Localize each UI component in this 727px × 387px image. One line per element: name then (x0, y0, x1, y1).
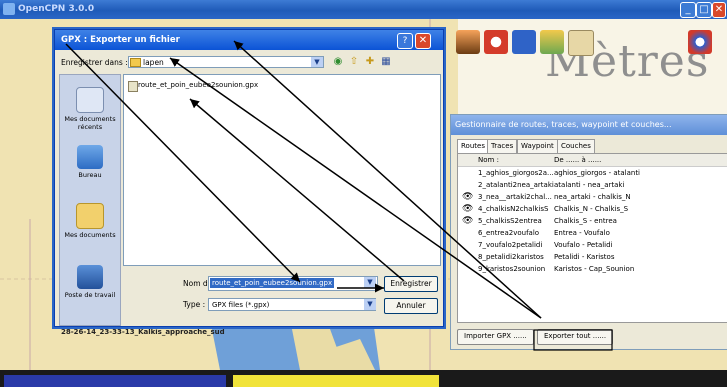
arrow-to-folder (169, 57, 542, 319)
arrow-to-dialog-title (233, 40, 542, 319)
export-highlight-box (533, 329, 613, 351)
arrow-to-file (189, 98, 405, 282)
annotation-arrows (65, 40, 613, 351)
